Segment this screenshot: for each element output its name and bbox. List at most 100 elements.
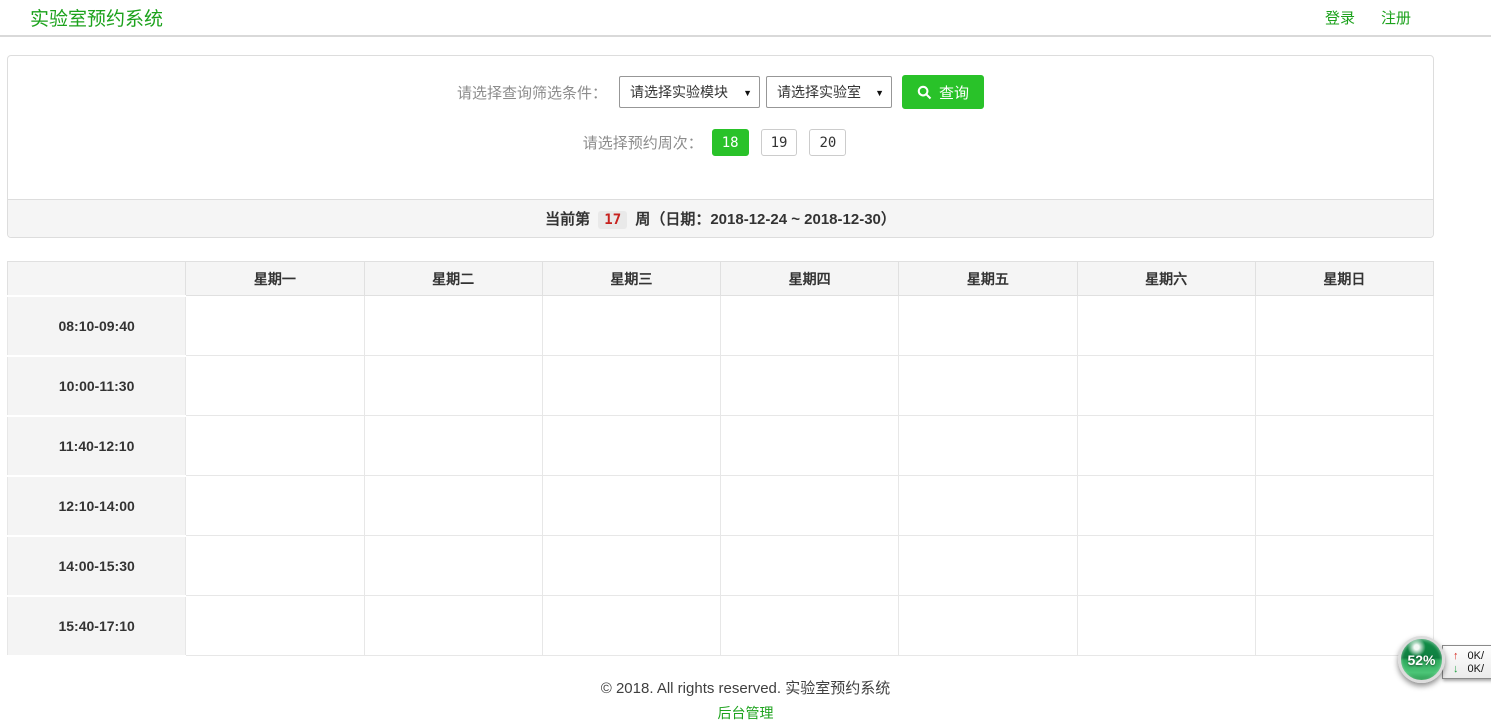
timetable-slot-cell: [542, 536, 720, 596]
week-select-row: 请选择预约周次： 18 19 20: [8, 129, 1433, 156]
timetable-slot-cell: [899, 476, 1077, 536]
upload-arrow-icon: ↑: [1453, 650, 1459, 662]
timetable-row: 08:10-09:40: [8, 296, 1434, 356]
day-header-thursday: 星期四: [721, 262, 899, 296]
timetable-slot-cell: [542, 296, 720, 356]
upload-speed-value: 0K/: [1468, 650, 1485, 662]
filter-panel-body: 请选择查询筛选条件： 请选择实验模块 ▼ 请选择实验室 ▼: [8, 56, 1433, 199]
day-header-sunday: 星期日: [1255, 262, 1433, 296]
day-header-wednesday: 星期三: [542, 262, 720, 296]
speed-ball-widget[interactable]: 52%: [1398, 636, 1445, 683]
timetable-row: 10:00-11:30: [8, 356, 1434, 416]
timetable-slot-cell: [364, 596, 542, 656]
timetable-slot-cell: [364, 296, 542, 356]
top-navbar: 实验室预约系统 登录 注册: [0, 0, 1491, 37]
timetable-slot-cell: [1077, 476, 1255, 536]
timetable-slot-cell: [899, 536, 1077, 596]
timetable-slot-cell: [542, 416, 720, 476]
timetable-slot-cell: [364, 476, 542, 536]
timetable-slot-cell: [1255, 536, 1433, 596]
module-select[interactable]: 请选择实验模块 ▼: [619, 76, 760, 108]
week-select-label: 请选择预约周次：: [583, 132, 703, 153]
timetable-slot-cell: [721, 476, 899, 536]
timetable-slot-cell: [1077, 416, 1255, 476]
day-header-saturday: 星期六: [1077, 262, 1255, 296]
timetable-slot-cell: [721, 536, 899, 596]
timetable-slot-cell: [186, 296, 364, 356]
top-links: 登录 注册: [1325, 7, 1411, 28]
current-week-suffix: 周（日期：2018-12-24 ~ 2018-12-30）: [635, 211, 896, 228]
current-week-prefix: 当前第: [545, 211, 590, 228]
timetable-slot-cell: [1077, 596, 1255, 656]
timetable-slot-cell: [186, 476, 364, 536]
timetable-slot-cell: [186, 596, 364, 656]
magnifier-icon: [917, 85, 932, 100]
timetable-slot-cell: [1255, 416, 1433, 476]
filter-condition-row: 请选择查询筛选条件： 请选择实验模块 ▼ 请选择实验室 ▼: [8, 75, 1433, 109]
network-speed-panel: ↑ 0K/ ↓ 0K/: [1442, 645, 1491, 679]
download-arrow-icon: ↓: [1453, 663, 1459, 675]
timetable-slot-cell: [899, 596, 1077, 656]
timetable-slot-cell: [899, 356, 1077, 416]
lab-select[interactable]: 请选择实验室 ▼: [766, 76, 892, 108]
speed-ball-percent: 52%: [1407, 652, 1435, 668]
time-slot-label: 15:40-17:10: [8, 596, 186, 656]
week-button-19[interactable]: 19: [761, 129, 798, 156]
timetable-slot-cell: [1077, 296, 1255, 356]
timetable-slot-cell: [186, 536, 364, 596]
login-link[interactable]: 登录: [1325, 7, 1355, 28]
time-slot-label: 12:10-14:00: [8, 476, 186, 536]
day-header-monday: 星期一: [186, 262, 364, 296]
time-slot-label: 11:40-12:10: [8, 416, 186, 476]
time-slot-label: 14:00-15:30: [8, 536, 186, 596]
filter-condition-label: 请选择查询筛选条件：: [457, 82, 607, 103]
timetable-slot-cell: [542, 356, 720, 416]
timetable-slot-cell: [899, 416, 1077, 476]
timetable-slot-cell: [1077, 536, 1255, 596]
timetable-slot-cell: [542, 596, 720, 656]
timetable-row: 11:40-12:10: [8, 416, 1434, 476]
timetable-slot-cell: [364, 356, 542, 416]
timetable-slot-cell: [721, 596, 899, 656]
timetable-slot-cell: [721, 416, 899, 476]
download-speed-value: 0K/: [1468, 663, 1485, 675]
lab-select-value: 请选择实验室: [777, 82, 861, 102]
timetable-slot-cell: [721, 296, 899, 356]
day-header-friday: 星期五: [899, 262, 1077, 296]
module-select-value: 请选择实验模块: [630, 82, 728, 102]
time-slot-label: 08:10-09:40: [8, 296, 186, 356]
chevron-down-icon: ▼: [875, 88, 884, 98]
timetable-row: 14:00-15:30: [8, 536, 1434, 596]
download-speed-row: ↓ 0K/: [1453, 663, 1491, 675]
timetable-slot-cell: [721, 356, 899, 416]
timetable-slot-cell: [1255, 296, 1433, 356]
register-link[interactable]: 注册: [1381, 7, 1411, 28]
upload-speed-row: ↑ 0K/: [1453, 650, 1491, 662]
week-button-20[interactable]: 20: [809, 129, 846, 156]
app-title[interactable]: 实验室预约系统: [30, 4, 1325, 31]
copyright-text: © 2018. All rights reserved. 实验室预约系统: [0, 677, 1491, 698]
chevron-down-icon: ▼: [743, 88, 752, 98]
timetable-row: 12:10-14:00: [8, 476, 1434, 536]
current-week-bar: 当前第 17 周（日期：2018-12-24 ~ 2018-12-30）: [8, 199, 1433, 237]
page-footer: © 2018. All rights reserved. 实验室预约系统 后台管…: [0, 677, 1491, 723]
timetable-slot-cell: [186, 356, 364, 416]
admin-backend-link[interactable]: 后台管理: [718, 703, 774, 723]
day-header-tuesday: 星期二: [364, 262, 542, 296]
time-slot-label: 10:00-11:30: [8, 356, 186, 416]
week-button-18[interactable]: 18: [712, 129, 749, 156]
search-button-label: 查询: [939, 82, 969, 103]
current-week-number-badge: 17: [598, 211, 627, 229]
timetable-slot-cell: [1077, 356, 1255, 416]
timetable-slot-cell: [542, 476, 720, 536]
timetable-header-row: 星期一 星期二 星期三 星期四 星期五 星期六 星期日: [8, 262, 1434, 296]
timetable-slot-cell: [899, 296, 1077, 356]
filter-panel: 请选择查询筛选条件： 请选择实验模块 ▼ 请选择实验室 ▼: [7, 55, 1434, 238]
timetable-slot-cell: [364, 536, 542, 596]
search-button[interactable]: 查询: [902, 75, 984, 109]
timetable-slot-cell: [186, 416, 364, 476]
timetable-corner-cell: [8, 262, 186, 296]
page: 实验室预约系统 登录 注册 请选择查询筛选条件： 请选择实验模块 ▼ 请选择实验…: [0, 0, 1491, 727]
timetable-slot-cell: [1255, 476, 1433, 536]
timetable-slot-cell: [364, 416, 542, 476]
